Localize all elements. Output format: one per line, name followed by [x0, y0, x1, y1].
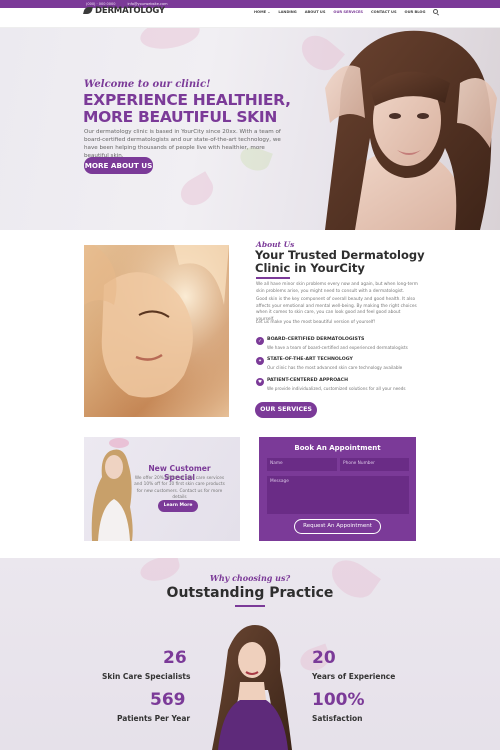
- nav-about-us[interactable]: ABOUT US: [305, 10, 326, 14]
- nav-contact-us[interactable]: CONTACT US: [371, 10, 397, 14]
- nav-our-blog[interactable]: OUR BLOG: [405, 10, 426, 14]
- hero-title: EXPERIENCE HEALTHIER, MORE BEAUTIFUL SKI…: [83, 91, 291, 126]
- main-nav: HOME ⌄ LANDING ABOUT US OUR SERVICES CON…: [254, 9, 439, 14]
- stat-value: 100%: [312, 690, 365, 710]
- stat-value: 569: [150, 690, 186, 710]
- hero-woman-image: [285, 28, 500, 230]
- name-field[interactable]: Name: [267, 458, 337, 471]
- outstanding-woman-image: [200, 620, 300, 750]
- feature-title: PATIENT-CENTERED APPROACH: [267, 378, 349, 383]
- petal-decoration: [138, 28, 202, 53]
- hero-text: Our dermatology clinic is based in YourC…: [84, 129, 281, 159]
- stat-label: Patients Per Year: [117, 714, 191, 723]
- feature-desc: We provide individualized, customized so…: [267, 386, 406, 391]
- logo-mark-icon: [84, 6, 93, 15]
- certificate-icon: ✓: [256, 337, 264, 345]
- nav-home[interactable]: HOME ⌄: [254, 10, 270, 14]
- hero-script-heading: Welcome to our clinic!: [84, 79, 211, 90]
- title-underline: [256, 277, 290, 279]
- learn-more-button[interactable]: Learn More: [158, 500, 198, 512]
- about-face-image: [84, 245, 229, 417]
- stat-label: Years of Experience: [312, 672, 396, 681]
- technology-icon: ✦: [256, 357, 264, 365]
- top-bar: (000) · 000 0000 info@yourwebsite.com: [0, 0, 500, 8]
- feature-desc: Our clinic has the most advanced skin ca…: [267, 365, 403, 370]
- request-appointment-button[interactable]: Request An Appointment: [294, 519, 381, 534]
- about-title: Your Trusted Dermatology Clinic in YourC…: [255, 248, 425, 275]
- our-services-button[interactable]: OUR SERVICES: [255, 402, 317, 418]
- stat-value: 20: [312, 648, 336, 668]
- title-underline: [235, 605, 265, 607]
- patient-icon: ♥: [256, 378, 264, 386]
- stat-label: Skin Care Specialists: [102, 672, 191, 681]
- about-paragraph-1: We all have minor skin problems every no…: [256, 282, 418, 294]
- message-field[interactable]: Message: [267, 476, 409, 514]
- outstanding-title: Outstanding Practice: [166, 585, 334, 601]
- nav-our-services[interactable]: OUR SERVICES: [333, 10, 363, 14]
- phone-field[interactable]: Phone Number: [340, 458, 409, 471]
- nav-landing[interactable]: LANDING: [278, 10, 296, 14]
- about-paragraph-3: Let us make you the most beautiful versi…: [256, 320, 376, 325]
- more-about-us-button[interactable]: MORE ABOUT US: [84, 157, 153, 174]
- search-icon[interactable]: [433, 9, 439, 14]
- stat-label: Satisfaction: [312, 714, 363, 723]
- logo[interactable]: DERMATOLOGY: [84, 5, 165, 16]
- special-text: We offer 20% off for all skin care servi…: [134, 476, 225, 500]
- form-title: Book An Appointment: [294, 444, 381, 452]
- petal-decoration: [175, 171, 219, 211]
- feature-title: BOARD-CERTIFIED DERMATOLOGISTS: [267, 337, 365, 342]
- feature-title: STATE-OF-THE-ART TECHNOLOGY: [267, 357, 353, 362]
- stat-value: 26: [163, 648, 187, 668]
- outstanding-script-heading: Why choosing us?: [209, 573, 291, 583]
- logo-text: DERMATOLOGY: [95, 5, 165, 16]
- feature-desc: We have a team of board-certified and ex…: [267, 345, 408, 350]
